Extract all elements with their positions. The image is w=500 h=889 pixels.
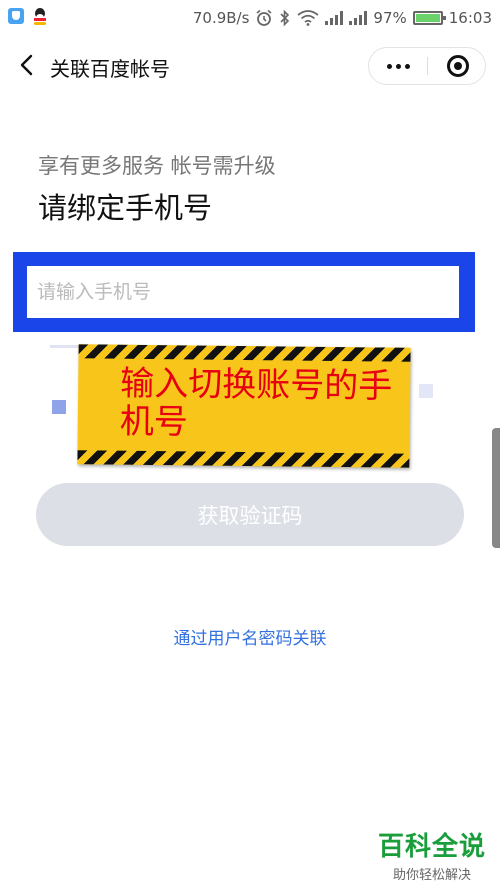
alarm-icon — [256, 9, 272, 26]
status-bar: 70.9B/s 97% 16:03 — [0, 0, 500, 36]
annotation-callout: 输入切换账号的手机号 — [77, 344, 411, 468]
miniprogram-capsule — [368, 47, 486, 85]
watermark-sub: 助你轻松解决 — [392, 868, 471, 883]
username-password-link[interactable]: 通过用户名密码关联 — [0, 624, 500, 649]
page-title: 关联百度帐号 — [50, 57, 170, 81]
clock: 16:03 — [448, 9, 492, 27]
bluetooth-icon — [280, 9, 290, 27]
heading: 请绑定手机号 — [38, 191, 213, 225]
get-code-button[interactable]: 获取验证码 — [36, 483, 464, 546]
watermark-main: 百科全说 — [377, 832, 486, 862]
battery-icon — [412, 11, 446, 25]
battery-percent: 97% — [373, 9, 407, 27]
subtitle: 享有更多服务 帐号需升级 — [38, 154, 276, 178]
wifi-icon — [297, 10, 319, 26]
chevron-left-icon[interactable] — [14, 50, 40, 80]
more-dots-icon[interactable] — [369, 48, 427, 84]
hazard-stripe-bottom — [77, 450, 410, 468]
capsule-divider — [427, 57, 428, 75]
status-right: 70.9B/s 97% 16:03 — [193, 0, 492, 36]
network-speed: 70.9B/s — [192, 9, 250, 27]
phone-input[interactable] — [27, 266, 459, 318]
status-left-icons — [8, 8, 48, 26]
decoration-square — [52, 400, 66, 414]
signal-icon — [325, 11, 344, 25]
edge-scroll-handle[interactable] — [492, 428, 500, 548]
app-shield-icon — [8, 8, 24, 24]
decoration-square — [419, 384, 433, 398]
title-bar: 关联百度帐号 — [0, 36, 500, 96]
annotation-text: 输入切换账号的手机号 — [119, 363, 393, 443]
watermark-logo: 百科全说 助你轻松解决 — [374, 826, 490, 883]
hazard-stripe-top — [78, 344, 411, 362]
signal-icon — [349, 11, 368, 25]
decoration-line — [50, 345, 80, 348]
qq-penguin-icon — [32, 8, 48, 26]
target-close-icon[interactable] — [447, 55, 469, 77]
